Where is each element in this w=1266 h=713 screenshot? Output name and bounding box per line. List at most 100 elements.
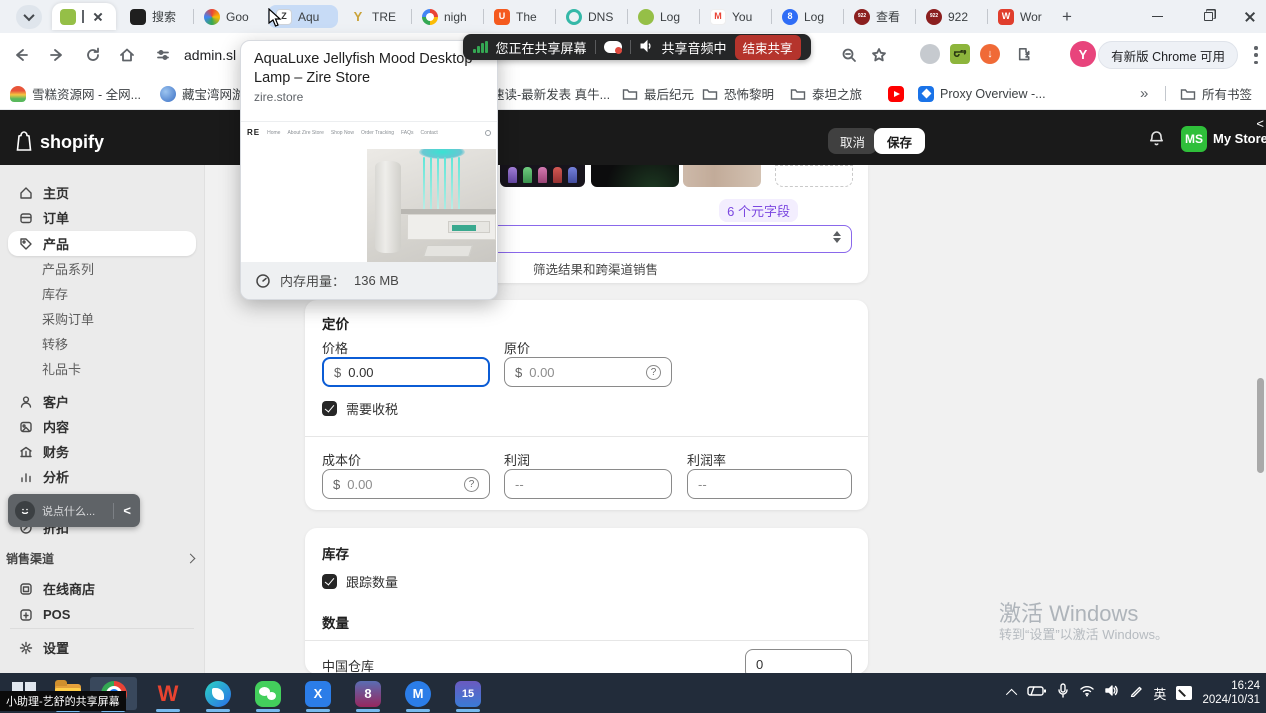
sidebar-item-content[interactable]: 内容 [8, 414, 196, 439]
microphone-icon[interactable] [1057, 683, 1069, 703]
bookmark-folder-grimdawn[interactable]: 恐怖黎明 [702, 83, 774, 104]
bookmark-folder-lastepoch[interactable]: 最后纪元 [622, 83, 694, 104]
tab-night[interactable]: nigh [414, 3, 480, 30]
tab-trident[interactable]: Y TRE [342, 3, 408, 30]
store-avatar[interactable]: MS [1181, 126, 1207, 152]
volume-icon[interactable] [1105, 684, 1120, 702]
tab-dns[interactable]: DNS [558, 3, 624, 30]
cloud-recording-icon[interactable] [604, 41, 622, 53]
bookmarks-overflow-button[interactable]: » [1140, 83, 1148, 104]
stop-sharing-button[interactable]: 结束共享 [735, 35, 801, 60]
track-quantity-row[interactable]: 跟踪数量 [322, 572, 398, 591]
site-info-icon[interactable] [150, 42, 176, 68]
sidebar-item-analytics[interactable]: 分析 [8, 464, 196, 489]
sidebar-item-customers[interactable]: 客户 [8, 389, 196, 414]
tab-search[interactable]: 搜索 [122, 3, 190, 30]
product-thumbnail-variants[interactable] [500, 165, 585, 187]
product-thumbnail-dark[interactable] [591, 165, 679, 187]
tab-search-button[interactable] [16, 5, 42, 29]
zoom-out-icon[interactable] [836, 42, 862, 68]
profit-input[interactable]: -- [504, 469, 672, 499]
sidebar-item-products[interactable]: 产品 [8, 231, 196, 256]
pen-icon[interactable] [1130, 684, 1143, 702]
save-button[interactable]: 保存 [874, 128, 925, 154]
notifications-bell-icon[interactable] [1148, 130, 1165, 152]
home-button[interactable] [114, 42, 140, 68]
bookmark-proxy[interactable]: Proxy Overview -... [918, 83, 1046, 104]
price-input[interactable]: $ 0.00 [322, 357, 490, 387]
cost-input[interactable]: $ 0.00 ? [322, 469, 490, 499]
margin-input[interactable]: -- [687, 469, 852, 499]
sidebar-item-purchase-orders[interactable]: 采购订单 [8, 306, 196, 331]
address-bar-url[interactable]: admin.sl [184, 47, 236, 63]
meeting-taskbar-button[interactable]: M [398, 677, 438, 710]
overlay-collapse-button[interactable]: < [121, 503, 133, 518]
sidebar-item-home[interactable]: 主页 [8, 180, 196, 205]
sales-channels-header[interactable]: 销售渠道 [6, 550, 194, 567]
extension-cloud-download-icon[interactable]: ↓ [980, 44, 1000, 64]
calendar8-taskbar-button[interactable]: 8 [348, 677, 388, 710]
sidebar-item-settings[interactable]: 设置 [8, 635, 196, 660]
tab-active[interactable] [52, 3, 116, 30]
browser-app-button[interactable] [198, 677, 238, 710]
window-close-button[interactable] [1228, 0, 1266, 33]
sidebar-item-finance[interactable]: 财务 [8, 439, 196, 464]
forward-button[interactable] [44, 42, 70, 68]
battery-icon[interactable] [1027, 684, 1047, 702]
reload-button[interactable] [80, 42, 106, 68]
bookmark-treasure[interactable]: 藏宝湾网游 [160, 83, 245, 104]
store-name[interactable]: My Store [1213, 131, 1266, 146]
sidebar-item-gift-cards[interactable]: 礼品卡 [8, 356, 196, 381]
help-icon[interactable]: ? [464, 477, 479, 492]
checkbox-checked-icon[interactable] [322, 574, 337, 589]
wps-taskbar-button[interactable]: W [148, 677, 188, 710]
tab-922-view[interactable]: 922 查看 [846, 3, 912, 30]
cancel-button[interactable]: 取消 [828, 128, 877, 154]
back-button[interactable] [8, 42, 34, 68]
tab-gmail[interactable]: M You [702, 3, 768, 30]
tab-logo2[interactable]: 8 Log [774, 3, 840, 30]
tab-google[interactable]: Goo [196, 3, 264, 30]
whiteboard-icon[interactable] [1176, 686, 1192, 700]
metafields-link[interactable]: 6 个元字段 [719, 199, 798, 222]
x-app-taskbar-button[interactable]: X [298, 677, 338, 710]
sidebar-item-transfers[interactable]: 转移 [8, 331, 196, 356]
scrollbar-thumb[interactable] [1257, 378, 1264, 473]
bookmark-icecream[interactable]: 雪糕资源网 - 全网... [10, 83, 141, 104]
sidebar-item-pos[interactable]: POS [8, 602, 196, 627]
window-minimize-button[interactable] [1135, 0, 1179, 33]
bookmark-folder-titanquest[interactable]: 泰坦之旅 [790, 83, 862, 104]
close-tab-icon[interactable] [90, 9, 106, 25]
checkbox-checked-icon[interactable] [322, 401, 337, 416]
wifi-icon[interactable] [1079, 684, 1095, 702]
extensions-puzzle-icon[interactable] [1012, 42, 1038, 68]
all-bookmarks-folder[interactable]: 所有书签 [1180, 83, 1252, 104]
compare-price-input[interactable]: $ 0.00 ? [504, 357, 672, 387]
wechat-taskbar-button[interactable] [248, 677, 288, 710]
charge-tax-row[interactable]: 需要收税 [322, 399, 398, 418]
profile-avatar[interactable]: Y [1070, 41, 1096, 67]
calendar15-taskbar-button[interactable]: 15 [448, 677, 488, 710]
sidebar-item-online-store[interactable]: 在线商店 [8, 576, 196, 601]
ime-indicator[interactable]: 英 [1153, 684, 1166, 703]
extension-glasses-icon[interactable] [950, 44, 970, 64]
tray-expand-icon[interactable] [1006, 689, 1017, 700]
sidebar-item-orders[interactable]: 订单 [8, 205, 196, 230]
browser-menu-icon[interactable] [1254, 46, 1258, 64]
sidebar-item-inventory[interactable]: 库存 [8, 281, 196, 306]
chrome-update-chip[interactable]: 有新版 Chrome 可用 [1098, 41, 1238, 69]
tab-word[interactable]: W Wor [990, 3, 1052, 30]
product-thumbnail-beige[interactable] [683, 165, 761, 187]
tab-922[interactable]: 922 922 [918, 3, 984, 30]
chat-input[interactable]: 说点什么... [42, 503, 95, 519]
tab-logo1[interactable]: Log [630, 3, 696, 30]
window-restore-button[interactable] [1186, 0, 1230, 33]
extension-ghost-icon[interactable] [920, 44, 940, 64]
tab-the[interactable]: U The [486, 3, 552, 30]
bookmark-star-icon[interactable] [866, 42, 892, 68]
add-media-dropzone[interactable] [775, 165, 853, 187]
help-icon[interactable]: ? [646, 365, 661, 380]
panel-collapse-icon[interactable]: < [1256, 116, 1264, 131]
new-tab-button[interactable]: + [1055, 5, 1079, 29]
smiley-avatar-icon[interactable] [15, 501, 35, 521]
